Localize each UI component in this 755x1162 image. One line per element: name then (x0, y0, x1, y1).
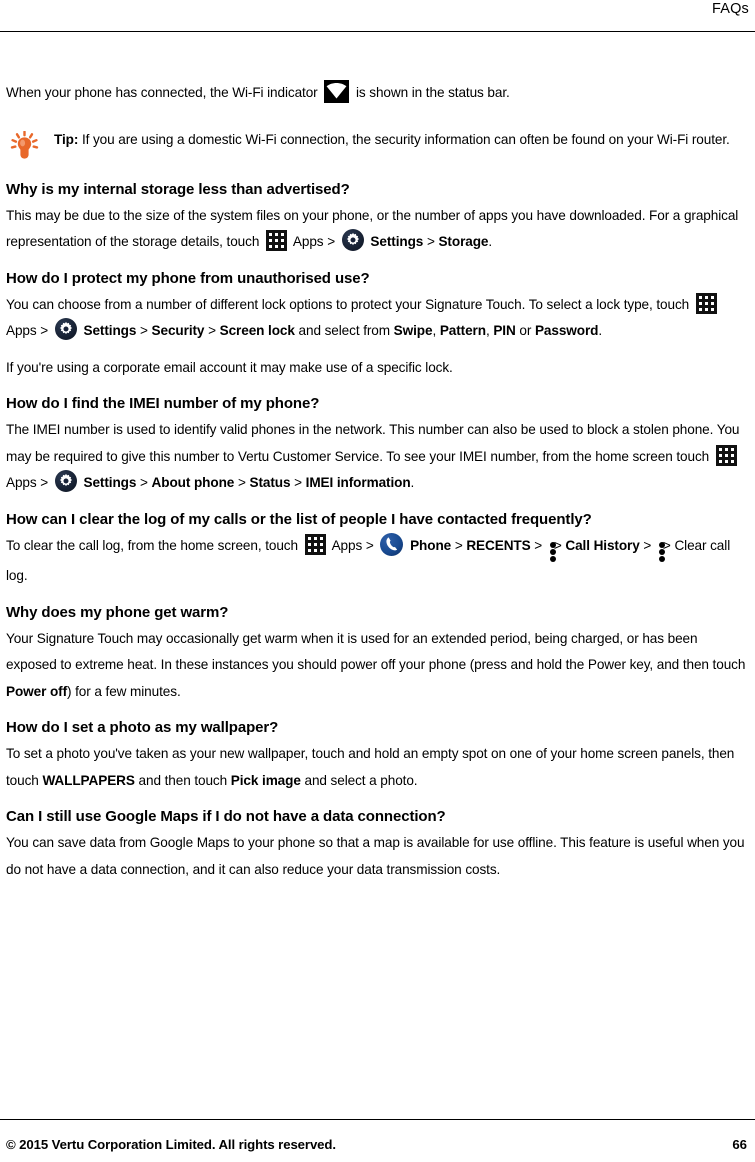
breadcrumb-sep: > (40, 323, 49, 338)
protect-mid-text: and select from (298, 323, 391, 338)
settings-label-protect: Settings (83, 323, 137, 338)
imei-period: . (410, 475, 415, 490)
section-heading-imei: How do I find the IMEI number of my phon… (6, 395, 320, 412)
breadcrumb-sep: > (237, 475, 246, 490)
tip-label: Tip: (54, 131, 79, 147)
section-body-storage: This may be due to the size of the syste… (6, 203, 747, 256)
section-body-call-log: To clear the call log, from the home scr… (6, 532, 747, 590)
footer-divider (0, 1119, 755, 1120)
settings-label-imei: Settings (83, 475, 137, 490)
section-heading-wallpaper: How do I set a photo as my wallpaper? (6, 719, 279, 736)
about-phone-label: About phone (151, 475, 235, 490)
imei-information-label: IMEI information (305, 475, 411, 490)
section-heading-protect: How do I protect my phone from unauthori… (6, 269, 370, 287)
storage-period: . (488, 234, 493, 249)
phone-handset-icon (380, 532, 404, 556)
settings-gear-icon (341, 229, 364, 251)
breadcrumb-sep: > (365, 537, 374, 553)
phone-label: Phone (410, 537, 452, 553)
apps-label-call-log: Apps (331, 537, 363, 553)
storage-label: Storage (438, 234, 489, 249)
power-off-label: Power off (6, 683, 68, 699)
protect-period: . (598, 323, 603, 338)
breadcrumb-sep: > (208, 323, 216, 338)
section-body-wallpaper: To set a photo you've taken as your new … (6, 741, 747, 794)
breadcrumb-sep: > (294, 475, 302, 490)
protect-or-text: or (519, 323, 532, 338)
section-heading-storage: Why is my internal storage less than adv… (6, 180, 350, 198)
wallpaper-mid-text: and then touch (138, 772, 228, 788)
section-heading-call-log: How can I clear the log of my calls or t… (6, 510, 592, 528)
section-heading-warm: Why does my phone get warm? (6, 603, 229, 621)
call-history-label: Call History (565, 537, 640, 553)
section-heading-maps: Can I still use Google Maps if I do not … (6, 808, 446, 825)
intro-paragraph: When your phone has connected, the Wi-Fi… (6, 34, 747, 107)
breadcrumb-sep: > (140, 475, 148, 490)
recents-label: RECENTS (466, 537, 531, 553)
header-title: FAQs (711, 1, 749, 17)
lock-option-pattern: Pattern (439, 323, 486, 338)
page-footer: © 2015 Vertu Corporation Limited. All ri… (6, 1137, 747, 1152)
breadcrumb-sep: > (140, 323, 148, 338)
wallpapers-label: WALLPAPERS (42, 772, 135, 788)
intro-text-after: is shown in the status bar. (355, 85, 510, 100)
intro-text-before: When your phone has connected, the Wi-Fi… (6, 85, 318, 100)
protect-body-text: You can choose from a number of differen… (6, 296, 690, 312)
tip-callout: Tip: If you are using a domestic Wi-Fi c… (6, 127, 747, 161)
page-number: 66 (732, 1137, 747, 1152)
settings-gear-icon (54, 318, 77, 340)
lock-option-password: Password (534, 323, 599, 338)
settings-label-storage: Settings (370, 234, 424, 249)
page-content: When your phone has connected, the Wi-Fi… (0, 34, 755, 883)
imei-body-text: The IMEI number is used to identify vali… (6, 422, 740, 464)
section-body-warm: Your Signature Touch may occasionally ge… (6, 626, 747, 706)
apps-label-protect: Apps (6, 323, 37, 338)
tip-text: Tip: If you are using a domestic Wi-Fi c… (54, 127, 747, 154)
status-label: Status (249, 475, 291, 490)
header-divider (0, 31, 755, 32)
document-page: FAQs When your phone has connected, the … (0, 0, 755, 1162)
apps-label-imei: Apps (6, 475, 37, 490)
lock-option-pin: PIN (493, 323, 516, 338)
warm-body-text: Your Signature Touch may occasionally ge… (6, 630, 746, 673)
section-body-protect: You can choose from a number of differen… (6, 292, 747, 345)
apps-grid-icon (715, 444, 737, 466)
apps-grid-icon (304, 533, 326, 555)
section-body-protect-2: If you're using a corporate email accoun… (6, 359, 453, 375)
breadcrumb-sep: > (454, 537, 463, 553)
pick-image-label: Pick image (230, 772, 301, 788)
tip-body: If you are using a domestic Wi-Fi connec… (81, 131, 730, 147)
section-body-imei: The IMEI number is used to identify vali… (6, 417, 747, 497)
breadcrumb-sep: > (534, 537, 543, 553)
security-label: Security (151, 323, 205, 338)
warm-body-text-2: ) for a few minutes. (67, 683, 181, 699)
breadcrumb-sep: > (327, 234, 336, 249)
copyright-text: © 2015 Vertu Corporation Limited. All ri… (6, 1137, 336, 1152)
page-header: FAQs (0, 0, 755, 34)
breadcrumb-sep-2: > (426, 234, 435, 249)
wifi-indicator-icon (324, 80, 350, 103)
wallpaper-body-text-2: and select a photo. (304, 772, 418, 788)
lock-option-swipe: Swipe (393, 323, 433, 338)
lightbulb-tip-icon (10, 130, 40, 161)
settings-gear-icon (54, 470, 77, 492)
screen-lock-label: Screen lock (219, 323, 295, 338)
apps-grid-icon (265, 230, 287, 251)
apps-label-storage: Apps (292, 234, 324, 249)
apps-grid-icon (695, 292, 717, 314)
call-log-body-text: To clear the call log, from the home scr… (6, 537, 298, 553)
breadcrumb-sep: > (40, 475, 49, 490)
breadcrumb-sep: > (643, 537, 652, 553)
section-body-maps: You can save data from Google Maps to yo… (6, 835, 745, 877)
